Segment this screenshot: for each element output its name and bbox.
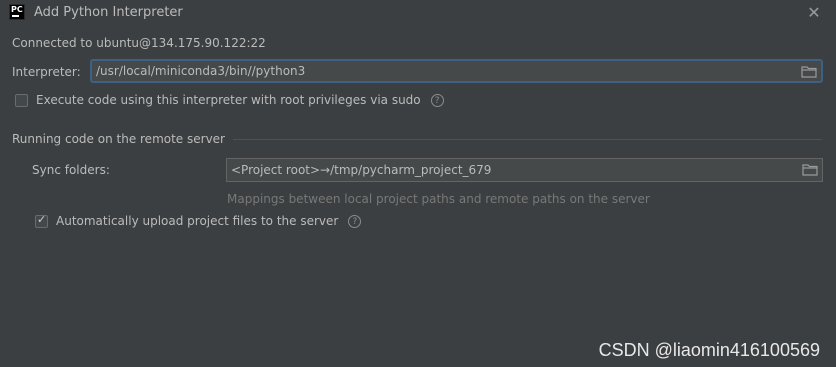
sync-folders-input[interactable] <box>231 159 836 181</box>
help-icon[interactable]: ? <box>348 214 362 228</box>
sudo-checkbox-label: Execute code using this interpreter with… <box>36 93 421 107</box>
sudo-checkbox-row[interactable]: Execute code using this interpreter with… <box>15 93 444 107</box>
check-icon: ✓ <box>37 212 47 226</box>
sudo-checkbox[interactable] <box>15 93 28 107</box>
connection-status: Connected to ubuntu@134.175.90.122:22 <box>12 36 266 50</box>
sync-folders-label: Sync folders: <box>32 163 110 177</box>
folder-icon[interactable] <box>801 65 817 78</box>
watermark: CSDN @liaomin416100569 <box>598 340 820 360</box>
interpreter-label: Interpreter: <box>12 65 81 79</box>
auto-upload-checkbox[interactable]: ✓ <box>35 212 48 228</box>
remote-section-header: Running code on the remote server <box>12 132 822 146</box>
help-icon[interactable]: ? <box>430 93 444 107</box>
auto-upload-label: Automatically upload project files to th… <box>56 214 339 228</box>
auto-upload-checkbox-row[interactable]: ✓ Automatically upload project files to … <box>35 212 362 228</box>
dialog-title: Add Python Interpreter <box>34 5 183 20</box>
section-divider <box>232 138 822 140</box>
sync-folders-field[interactable] <box>226 158 836 182</box>
interpreter-input[interactable] <box>96 61 786 81</box>
close-icon[interactable]: ✕ <box>806 3 822 22</box>
title-bar: PC Add Python Interpreter ✕ <box>0 0 836 26</box>
pycharm-icon: PC <box>9 4 25 20</box>
interpreter-field[interactable] <box>90 59 823 83</box>
section-title: Running code on the remote server <box>12 132 225 146</box>
sync-hint: Mappings between local project paths and… <box>227 192 650 206</box>
folder-icon[interactable] <box>802 163 818 176</box>
